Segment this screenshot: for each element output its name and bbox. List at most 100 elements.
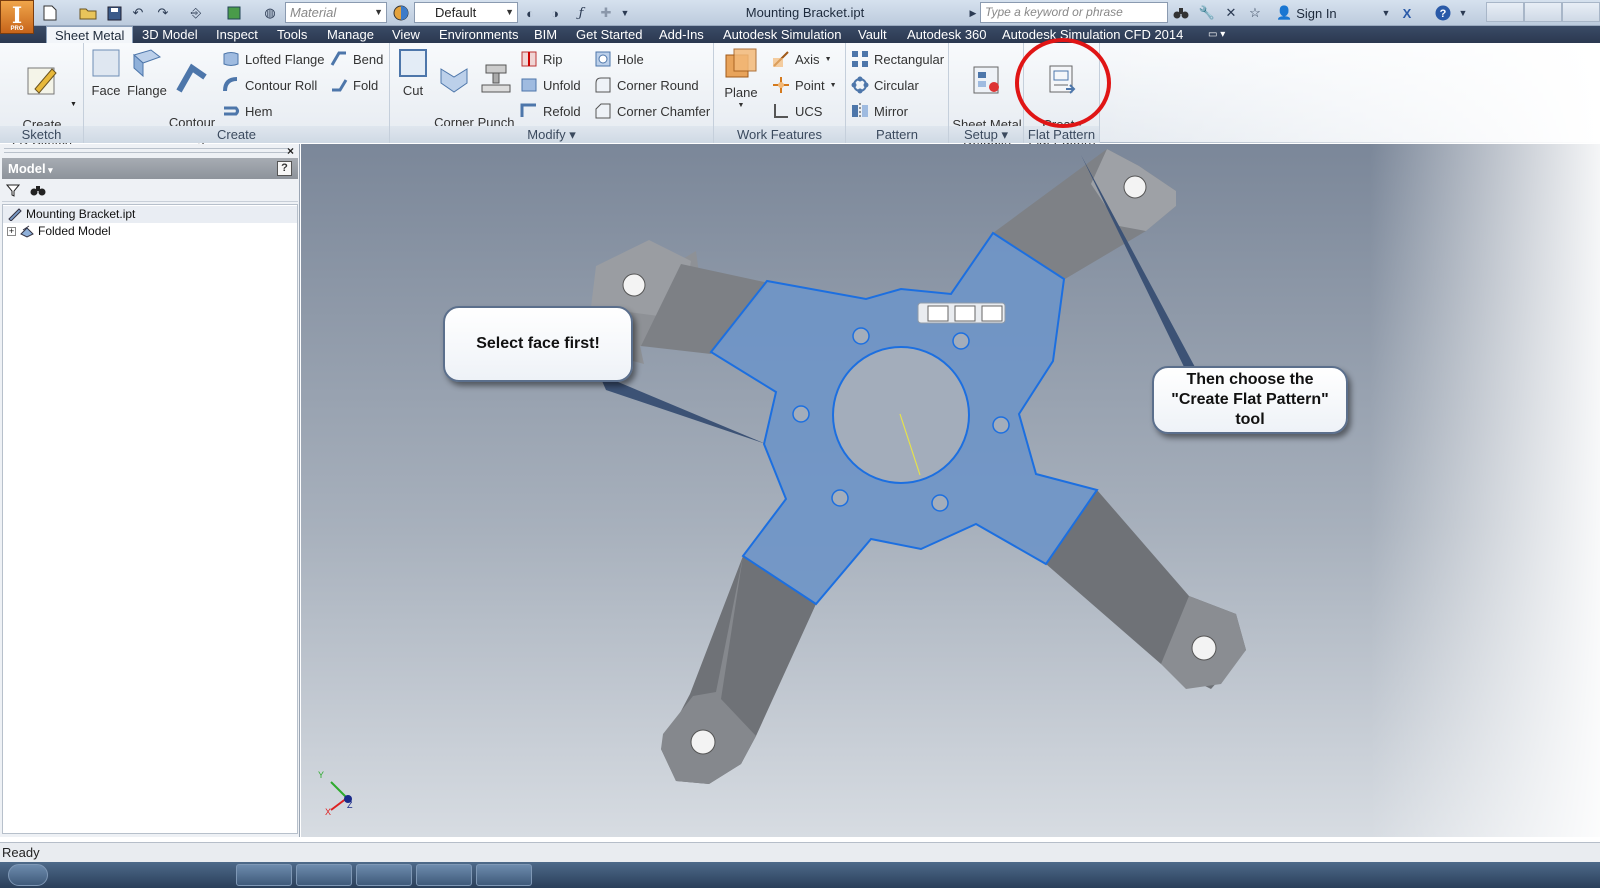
taskbar-app-1[interactable]: [236, 864, 292, 886]
appearance-color-icon[interactable]: [391, 4, 411, 22]
material-select[interactable]: Material ▼: [285, 2, 387, 23]
graphics-viewport[interactable]: Y X Z Select face first! Then choose the…: [301, 144, 1600, 837]
cut-button[interactable]: Cut: [394, 47, 432, 99]
return-icon[interactable]: ⎆: [186, 4, 206, 22]
refold-button[interactable]: Refold: [520, 101, 581, 121]
app-menu-button[interactable]: I PRO: [0, 0, 34, 34]
close-window-button[interactable]: [1562, 2, 1600, 22]
appearance-select[interactable]: Default ▼: [414, 2, 518, 23]
corner-round-label: Corner Round: [617, 77, 699, 93]
browser-header[interactable]: Model ▾ ?: [2, 158, 298, 179]
panel-title-modify[interactable]: Modify ▾: [390, 126, 713, 143]
start-button[interactable]: [8, 864, 48, 886]
corner-chamfer-icon: [595, 103, 611, 119]
undo-icon[interactable]: ↶: [128, 4, 148, 22]
tab-view[interactable]: View: [384, 26, 428, 43]
contour-roll-button[interactable]: Contour Roll: [222, 75, 317, 95]
taskbar-app-2[interactable]: [296, 864, 352, 886]
help-search-input[interactable]: Type a keyword or phrase: [980, 2, 1168, 23]
browser-grip[interactable]: [4, 148, 288, 153]
exchange-apps-icon[interactable]: X: [1397, 4, 1417, 22]
clear-appearance-icon[interactable]: ◐: [520, 4, 540, 22]
corner-chamfer-button[interactable]: Corner Chamfer: [594, 101, 710, 121]
plane-dropdown-icon[interactable]: ▼: [720, 101, 762, 111]
filter-icon[interactable]: [5, 183, 21, 200]
tab-add-ins[interactable]: Add-Ins: [651, 26, 712, 43]
binoculars-icon[interactable]: [1172, 4, 1190, 22]
minimize-button[interactable]: [1486, 2, 1524, 22]
find-binoculars-icon[interactable]: [30, 183, 46, 200]
taskbar-app-4[interactable]: [416, 864, 472, 886]
maximize-button[interactable]: [1524, 2, 1562, 22]
communication-icon[interactable]: ✕: [1222, 4, 1240, 22]
measure-icon[interactable]: ◍: [260, 4, 280, 22]
browser-close-icon[interactable]: ×: [287, 144, 294, 158]
hem-button[interactable]: Hem: [222, 101, 272, 121]
open-folder-icon[interactable]: [78, 4, 98, 22]
expand-icon[interactable]: +: [7, 226, 16, 236]
panel-title-create: Create: [84, 126, 389, 143]
redo-icon[interactable]: ↷: [153, 4, 173, 22]
ilogic-icon[interactable]: ✚: [596, 4, 616, 22]
refold-label: Refold: [543, 103, 581, 119]
bend-button[interactable]: Bend: [330, 49, 383, 69]
sign-in-dropdown-icon[interactable]: ▼: [1380, 4, 1392, 22]
browser-help-icon[interactable]: ?: [277, 161, 292, 176]
subscription-icon[interactable]: 🔧: [1198, 4, 1216, 22]
unfold-icon: [521, 78, 537, 92]
taskbar-app-5[interactable]: [476, 864, 532, 886]
mirror-button[interactable]: Mirror: [851, 101, 908, 121]
plane-button[interactable]: Plane ▼: [720, 47, 762, 111]
tab-get-started[interactable]: Get Started: [568, 26, 650, 43]
sign-in-button[interactable]: 👤 Sign In: [1276, 4, 1337, 22]
tab-environments[interactable]: Environments: [431, 26, 526, 43]
favorites-star-icon[interactable]: ☆: [1246, 4, 1264, 22]
tab-autodesk-simulation[interactable]: Autodesk Simulation: [715, 26, 850, 43]
punch-tool-icon: [481, 64, 511, 93]
tree-item-root[interactable]: Mounting Bracket.ipt: [7, 206, 135, 222]
update-icon[interactable]: [224, 4, 244, 22]
taskbar-app-3[interactable]: [356, 864, 412, 886]
hole-button[interactable]: Hole: [594, 49, 644, 69]
axis-button[interactable]: Axis ▼: [772, 49, 832, 69]
ribbon-display-toggle-icon[interactable]: ▭ ▾: [1200, 26, 1233, 43]
rip-button[interactable]: Rip: [520, 49, 563, 69]
help-icon[interactable]: ?: [1433, 4, 1453, 22]
sketch-dropdown-icon[interactable]: ▼: [70, 101, 77, 108]
circular-pattern-button[interactable]: Circular: [851, 75, 919, 95]
tree-folded-model-label: Folded Model: [38, 224, 111, 238]
tab-vault[interactable]: Vault: [850, 26, 895, 43]
lofted-flange-button[interactable]: Lofted Flange: [222, 49, 325, 69]
mini-toolbar: [917, 302, 1006, 324]
fold-button[interactable]: Fold: [330, 75, 378, 95]
save-icon[interactable]: [104, 4, 124, 22]
center-hole: [832, 346, 970, 484]
tab-3d-model[interactable]: 3D Model: [134, 26, 206, 43]
corner-chamfer-label: Corner Chamfer: [617, 103, 711, 119]
flange-button[interactable]: Flange: [126, 47, 168, 99]
new-file-icon[interactable]: [40, 4, 60, 22]
tree-item-folded-model[interactable]: + Folded Model: [7, 223, 111, 239]
plane-label: Plane: [724, 85, 758, 100]
tab-manage[interactable]: Manage: [319, 26, 382, 43]
tab-inspect[interactable]: Inspect: [208, 26, 266, 43]
unfold-button[interactable]: Unfold: [520, 75, 581, 95]
adjust-appearance-icon[interactable]: ◑: [545, 4, 565, 22]
face-button[interactable]: Face: [88, 47, 124, 99]
corner-round-button[interactable]: Corner Round: [594, 75, 699, 95]
ucs-button[interactable]: UCS: [772, 101, 822, 121]
tab-bim[interactable]: BIM: [526, 26, 565, 43]
axis-icon: [773, 51, 789, 67]
tab-sheet-metal[interactable]: Sheet Metal: [46, 26, 134, 44]
mirror-label: Mirror: [874, 103, 908, 119]
title-expand-icon[interactable]: ▶: [968, 4, 978, 22]
qat-customize-icon[interactable]: ▼: [618, 4, 632, 22]
panel-title-setup-label: Setup: [963, 127, 998, 142]
point-button[interactable]: Point ▼: [772, 75, 837, 95]
help-dropdown-icon[interactable]: ▼: [1458, 4, 1468, 22]
panel-work-features: Plane ▼ Axis ▼ Point ▼ UCS Work Features: [714, 43, 846, 143]
parameters-icon[interactable]: ƒ: [571, 4, 591, 22]
rectangular-pattern-button[interactable]: Rectangular: [851, 49, 944, 69]
tab-tools[interactable]: Tools: [269, 26, 315, 43]
tab-autodesk-360[interactable]: Autodesk 360: [899, 26, 995, 43]
